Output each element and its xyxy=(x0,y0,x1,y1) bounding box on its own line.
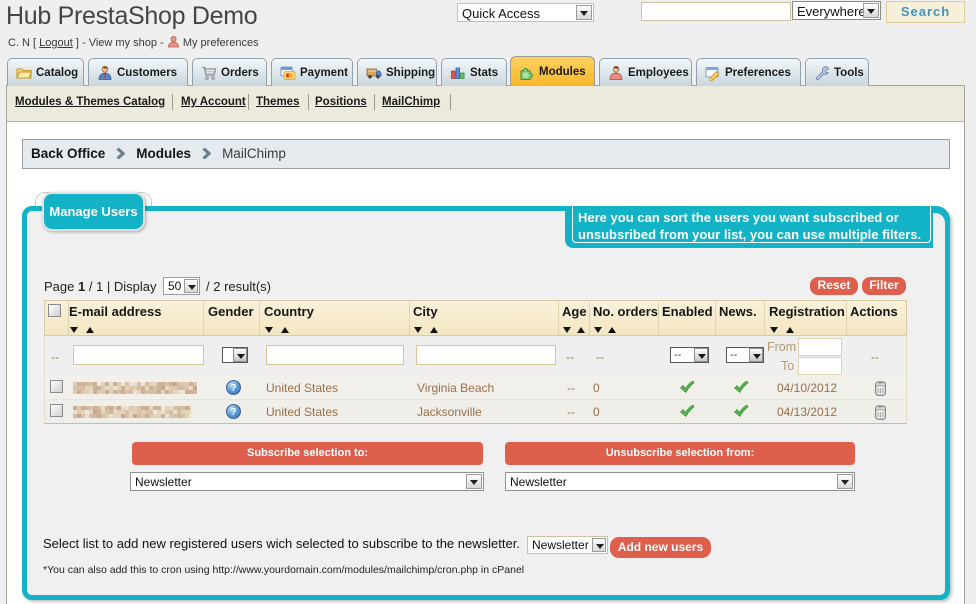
svg-text:?: ? xyxy=(230,383,236,394)
svg-text:?: ? xyxy=(230,407,236,418)
